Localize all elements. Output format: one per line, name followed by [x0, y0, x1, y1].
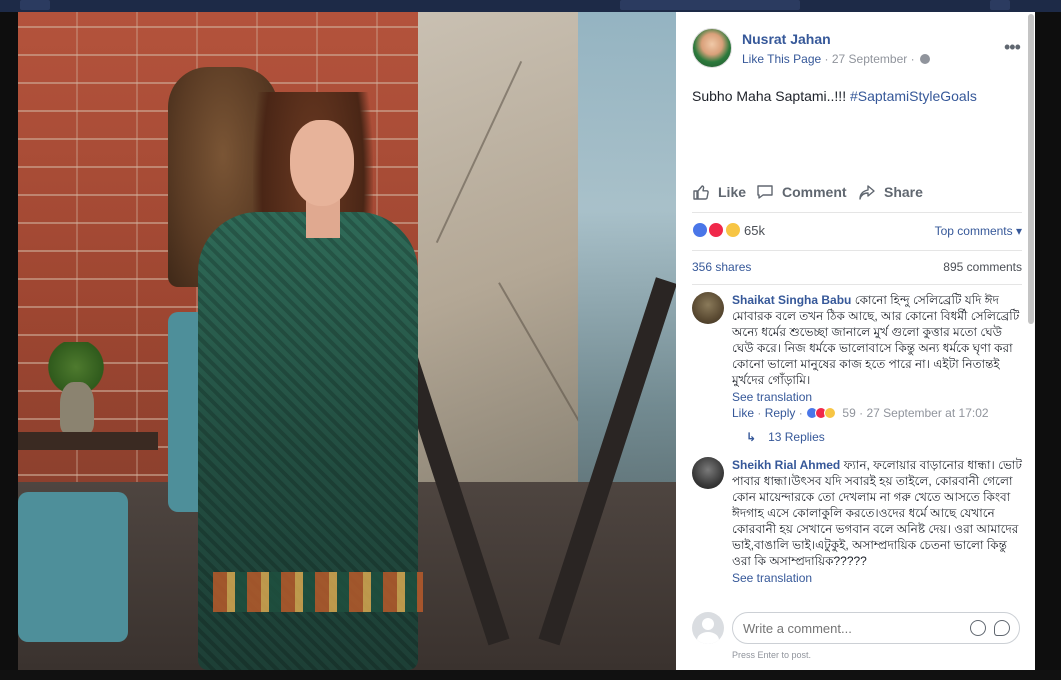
comment-text: কোনো হিন্দু সেলিব্রেটি যদি ঈদ মোবারক বলে…	[732, 293, 1020, 387]
avatar-shoulders	[697, 632, 719, 644]
post-header: Nusrat Jahan Like This Page · 27 Septemb…	[692, 28, 1022, 72]
background-topbar	[0, 0, 1061, 12]
background-icon	[990, 0, 1010, 10]
stats-divider	[692, 284, 1022, 285]
commenter-name[interactable]: Shaikat Singha Babu	[732, 293, 851, 307]
post-text-body: Subho Maha Saptami..!!!	[692, 88, 850, 104]
share-icon	[859, 185, 875, 200]
commenter-avatar[interactable]	[692, 457, 724, 489]
photo-marble-vein	[435, 60, 523, 244]
panel-scrollbar[interactable]	[1028, 14, 1034, 324]
post-actions: Like Comment Share	[692, 180, 1022, 204]
comment-button-label: Comment	[782, 184, 847, 200]
more-options-icon[interactable]: •••	[1004, 38, 1021, 56]
wow-reaction-icon	[724, 222, 741, 238]
background-bottom	[0, 670, 1061, 680]
comment-item: Shaikat Singha Babu কোনো হিন্দু সেলিব্রে…	[692, 292, 1022, 452]
comment-body: Shaikat Singha Babu কোনো হিন্দু সেলিব্রে…	[732, 292, 1024, 405]
comment-timestamp[interactable]: 27 September at 17:02	[866, 406, 988, 420]
photo-side-table	[18, 432, 158, 450]
post-side-panel: Nusrat Jahan Like This Page · 27 Septemb…	[676, 12, 1035, 670]
background-logo	[20, 0, 50, 10]
love-reaction-icon	[708, 222, 725, 238]
like-button[interactable]: Like	[692, 180, 746, 204]
post-stats: 356 shares 895 comments	[692, 260, 1022, 278]
comment-reaction-count[interactable]: 59	[842, 406, 855, 420]
reactions-divider	[692, 250, 1022, 251]
like-reaction-icon	[692, 222, 708, 238]
wow-reaction-icon	[824, 407, 837, 419]
comment-meta: Like · Reply · 59 · 27 September at 17:0…	[732, 406, 989, 420]
post-text: Subho Maha Saptami..!!! #SaptamiStyleGoa…	[692, 88, 977, 104]
thumbs-up-icon	[693, 185, 709, 200]
shares-count[interactable]: 356 shares	[692, 260, 751, 274]
comment-button[interactable]: Comment	[756, 180, 847, 204]
reaction-summary: 65k Top comments ▾	[692, 220, 1022, 240]
reply-arrow-icon: ↳	[746, 430, 757, 444]
photo-chair-left	[18, 492, 128, 642]
comment-text: ফ্যান, ফলোয়ার বাড়ানোর ধান্ধা। ভোট পাবা…	[732, 458, 1022, 568]
avatar-head	[702, 618, 714, 630]
reaction-count[interactable]: 65k	[744, 223, 765, 238]
meta-separator: ·	[824, 52, 829, 66]
author-name[interactable]: Nusrat Jahan	[742, 31, 831, 47]
replies-label: 13 Replies	[768, 430, 825, 444]
commenter-name[interactable]: Sheikh Rial Ahmed	[732, 458, 840, 472]
photo-vase	[60, 382, 94, 434]
comment-reply-link[interactable]: Reply	[765, 406, 796, 420]
like-button-label: Like	[718, 184, 747, 200]
share-button-label: Share	[884, 184, 923, 200]
comment-item: Sheikh Rial Ahmed ফ্যান, ফলোয়ার বাড়ানো…	[692, 457, 1022, 607]
comment-like-link[interactable]: Like	[732, 406, 754, 420]
post-photo[interactable]	[18, 12, 676, 670]
photo-dress-border	[213, 572, 423, 612]
photo-marble-vein	[498, 282, 580, 422]
share-button[interactable]: Share	[858, 180, 923, 204]
view-replies-link[interactable]: ↳ 13 Replies	[746, 430, 825, 444]
commenter-avatar[interactable]	[692, 292, 724, 324]
see-translation-link[interactable]: See translation	[732, 570, 1024, 586]
post-meta: Like This Page · 27 September ·	[742, 52, 930, 66]
background-nav	[620, 0, 800, 10]
like-page-link[interactable]: Like This Page	[742, 52, 821, 66]
user-avatar	[692, 612, 724, 644]
comment-icon	[757, 185, 773, 199]
top-comments-dropdown[interactable]: Top comments ▾	[935, 224, 1022, 238]
comment-body: Sheikh Rial Ahmed ফ্যান, ফলোয়ার বাড়ানো…	[732, 457, 1024, 586]
meta-separator: ·	[910, 52, 915, 66]
hashtag-link[interactable]: #SaptamiStyleGoals	[850, 88, 977, 104]
comment-composer: Press Enter to post.	[692, 612, 1022, 666]
emoji-icon[interactable]	[970, 620, 986, 636]
sticker-icon[interactable]	[994, 620, 1010, 636]
comments-count[interactable]: 895 comments	[943, 260, 1022, 274]
photo-person-face	[290, 120, 354, 206]
press-enter-hint: Press Enter to post.	[732, 650, 812, 660]
actions-divider	[692, 212, 1022, 213]
page-avatar[interactable]	[692, 28, 732, 68]
reaction-icons[interactable]	[692, 222, 741, 238]
post-date[interactable]: 27 September	[832, 52, 907, 66]
see-translation-link[interactable]: See translation	[732, 389, 1024, 405]
globe-icon	[919, 54, 930, 64]
